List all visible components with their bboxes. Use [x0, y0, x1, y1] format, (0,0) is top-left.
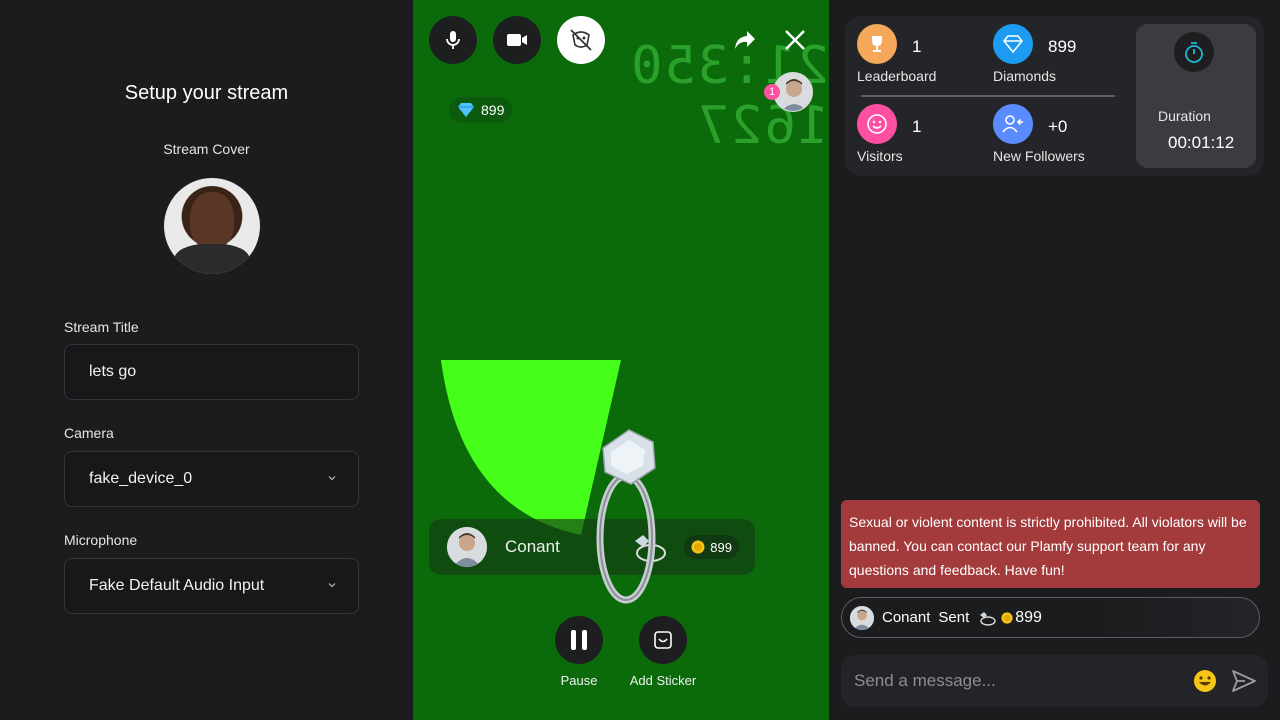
- stats-divider: [861, 95, 1115, 97]
- video-camera-icon: [507, 34, 527, 46]
- message-sender: Conant: [882, 609, 931, 626]
- followers-label: New Followers: [993, 148, 1085, 164]
- message-coins: 899: [1001, 609, 1042, 627]
- close-icon: [785, 30, 805, 50]
- chevron-down-icon: [328, 583, 336, 588]
- add-sticker-label: Add Sticker: [629, 673, 697, 688]
- add-sticker-button[interactable]: [639, 616, 687, 664]
- ring-gift-animation: [596, 429, 656, 604]
- diamond-icon: [993, 24, 1033, 64]
- camera-value: fake_device_0: [89, 470, 193, 487]
- visitors-label: Visitors: [857, 148, 903, 164]
- message-composer[interactable]: Send a message...: [841, 655, 1268, 707]
- community-notice: Sexual or violent content is strictly pr…: [841, 500, 1260, 588]
- stream-setup-panel: Setup your stream Stream Cover Stream Ti…: [0, 0, 413, 720]
- sticker-icon: [654, 631, 672, 649]
- effects-off-button[interactable]: [557, 16, 605, 64]
- microphone-select[interactable]: Fake Default Audio Input: [64, 558, 359, 614]
- message-verb: Sent: [938, 609, 970, 626]
- trophy-icon: [857, 24, 897, 64]
- live-stats-chat-panel: 1 Leaderboard 899 Diamonds 1 Visitors +0…: [829, 0, 1280, 720]
- diamond-counter: 899: [449, 97, 513, 123]
- gift-coin-count: 899: [684, 535, 739, 559]
- stream-title-value: lets go: [89, 363, 137, 380]
- leaderboard-label: Leaderboard: [857, 68, 937, 84]
- duration-label: Duration: [1158, 108, 1211, 124]
- effects-off-icon: [570, 29, 592, 51]
- diamonds-label: Diamonds: [993, 68, 1057, 84]
- ring-gift-icon: [980, 611, 996, 626]
- camera-select[interactable]: fake_device_0: [64, 451, 359, 507]
- setup-title: Setup your stream: [124, 82, 289, 104]
- diamond-count: 899: [481, 102, 505, 118]
- share-icon: [735, 31, 755, 49]
- coin-icon: [691, 540, 705, 554]
- share-button[interactable]: [731, 27, 759, 53]
- send-icon[interactable]: [1231, 669, 1257, 693]
- message-avatar: [850, 605, 874, 630]
- pause-icon: [571, 630, 587, 650]
- visitors-value: 1: [912, 117, 922, 136]
- close-button[interactable]: [782, 27, 808, 53]
- microphone-toggle-button[interactable]: [429, 16, 477, 64]
- pause-button[interactable]: [555, 616, 603, 664]
- gift-sender-name: Conant: [505, 537, 560, 556]
- smiley-icon: [857, 104, 897, 144]
- diamonds-value: 899: [1048, 37, 1077, 56]
- timer-icon: [1174, 32, 1214, 72]
- leaderboard-value: 1: [912, 37, 922, 56]
- duration-value: 00:01:12: [1168, 133, 1235, 152]
- viewer-count-badge: 1: [764, 84, 780, 100]
- microphone-value: Fake Default Audio Input: [89, 577, 265, 594]
- diamond-icon: [458, 103, 474, 117]
- pause-label: Pause: [560, 673, 598, 688]
- add-follower-icon: [993, 104, 1033, 144]
- microphone-label: Microphone: [64, 532, 138, 548]
- message-input[interactable]: Send a message...: [854, 671, 996, 691]
- chat-message: Conant Sent 899: [841, 597, 1260, 638]
- duration-card: Duration 00:01:12: [1136, 24, 1256, 168]
- followers-value: +0: [1048, 117, 1068, 136]
- coin-icon: [1001, 611, 1013, 624]
- message-coin-value: 899: [1015, 608, 1042, 626]
- stream-title-label: Stream Title: [64, 319, 139, 335]
- microphone-icon: [446, 31, 460, 49]
- stream-cover-image[interactable]: [164, 178, 260, 274]
- chevron-down-icon: [328, 476, 336, 481]
- stream-cover-label: Stream Cover: [163, 141, 250, 157]
- stream-title-input[interactable]: lets go: [64, 344, 359, 400]
- stats-card: 1 Leaderboard 899 Diamonds 1 Visitors +0…: [845, 16, 1264, 176]
- gift-coin-value: 899: [710, 539, 732, 555]
- stream-preview: 21:350 1627 899 1 Conant 899 Pause Add S…: [413, 0, 829, 720]
- emoji-icon[interactable]: [1193, 669, 1217, 693]
- camera-label: Camera: [64, 425, 114, 441]
- gift-sender-avatar: [447, 527, 487, 567]
- camera-toggle-button[interactable]: [493, 16, 541, 64]
